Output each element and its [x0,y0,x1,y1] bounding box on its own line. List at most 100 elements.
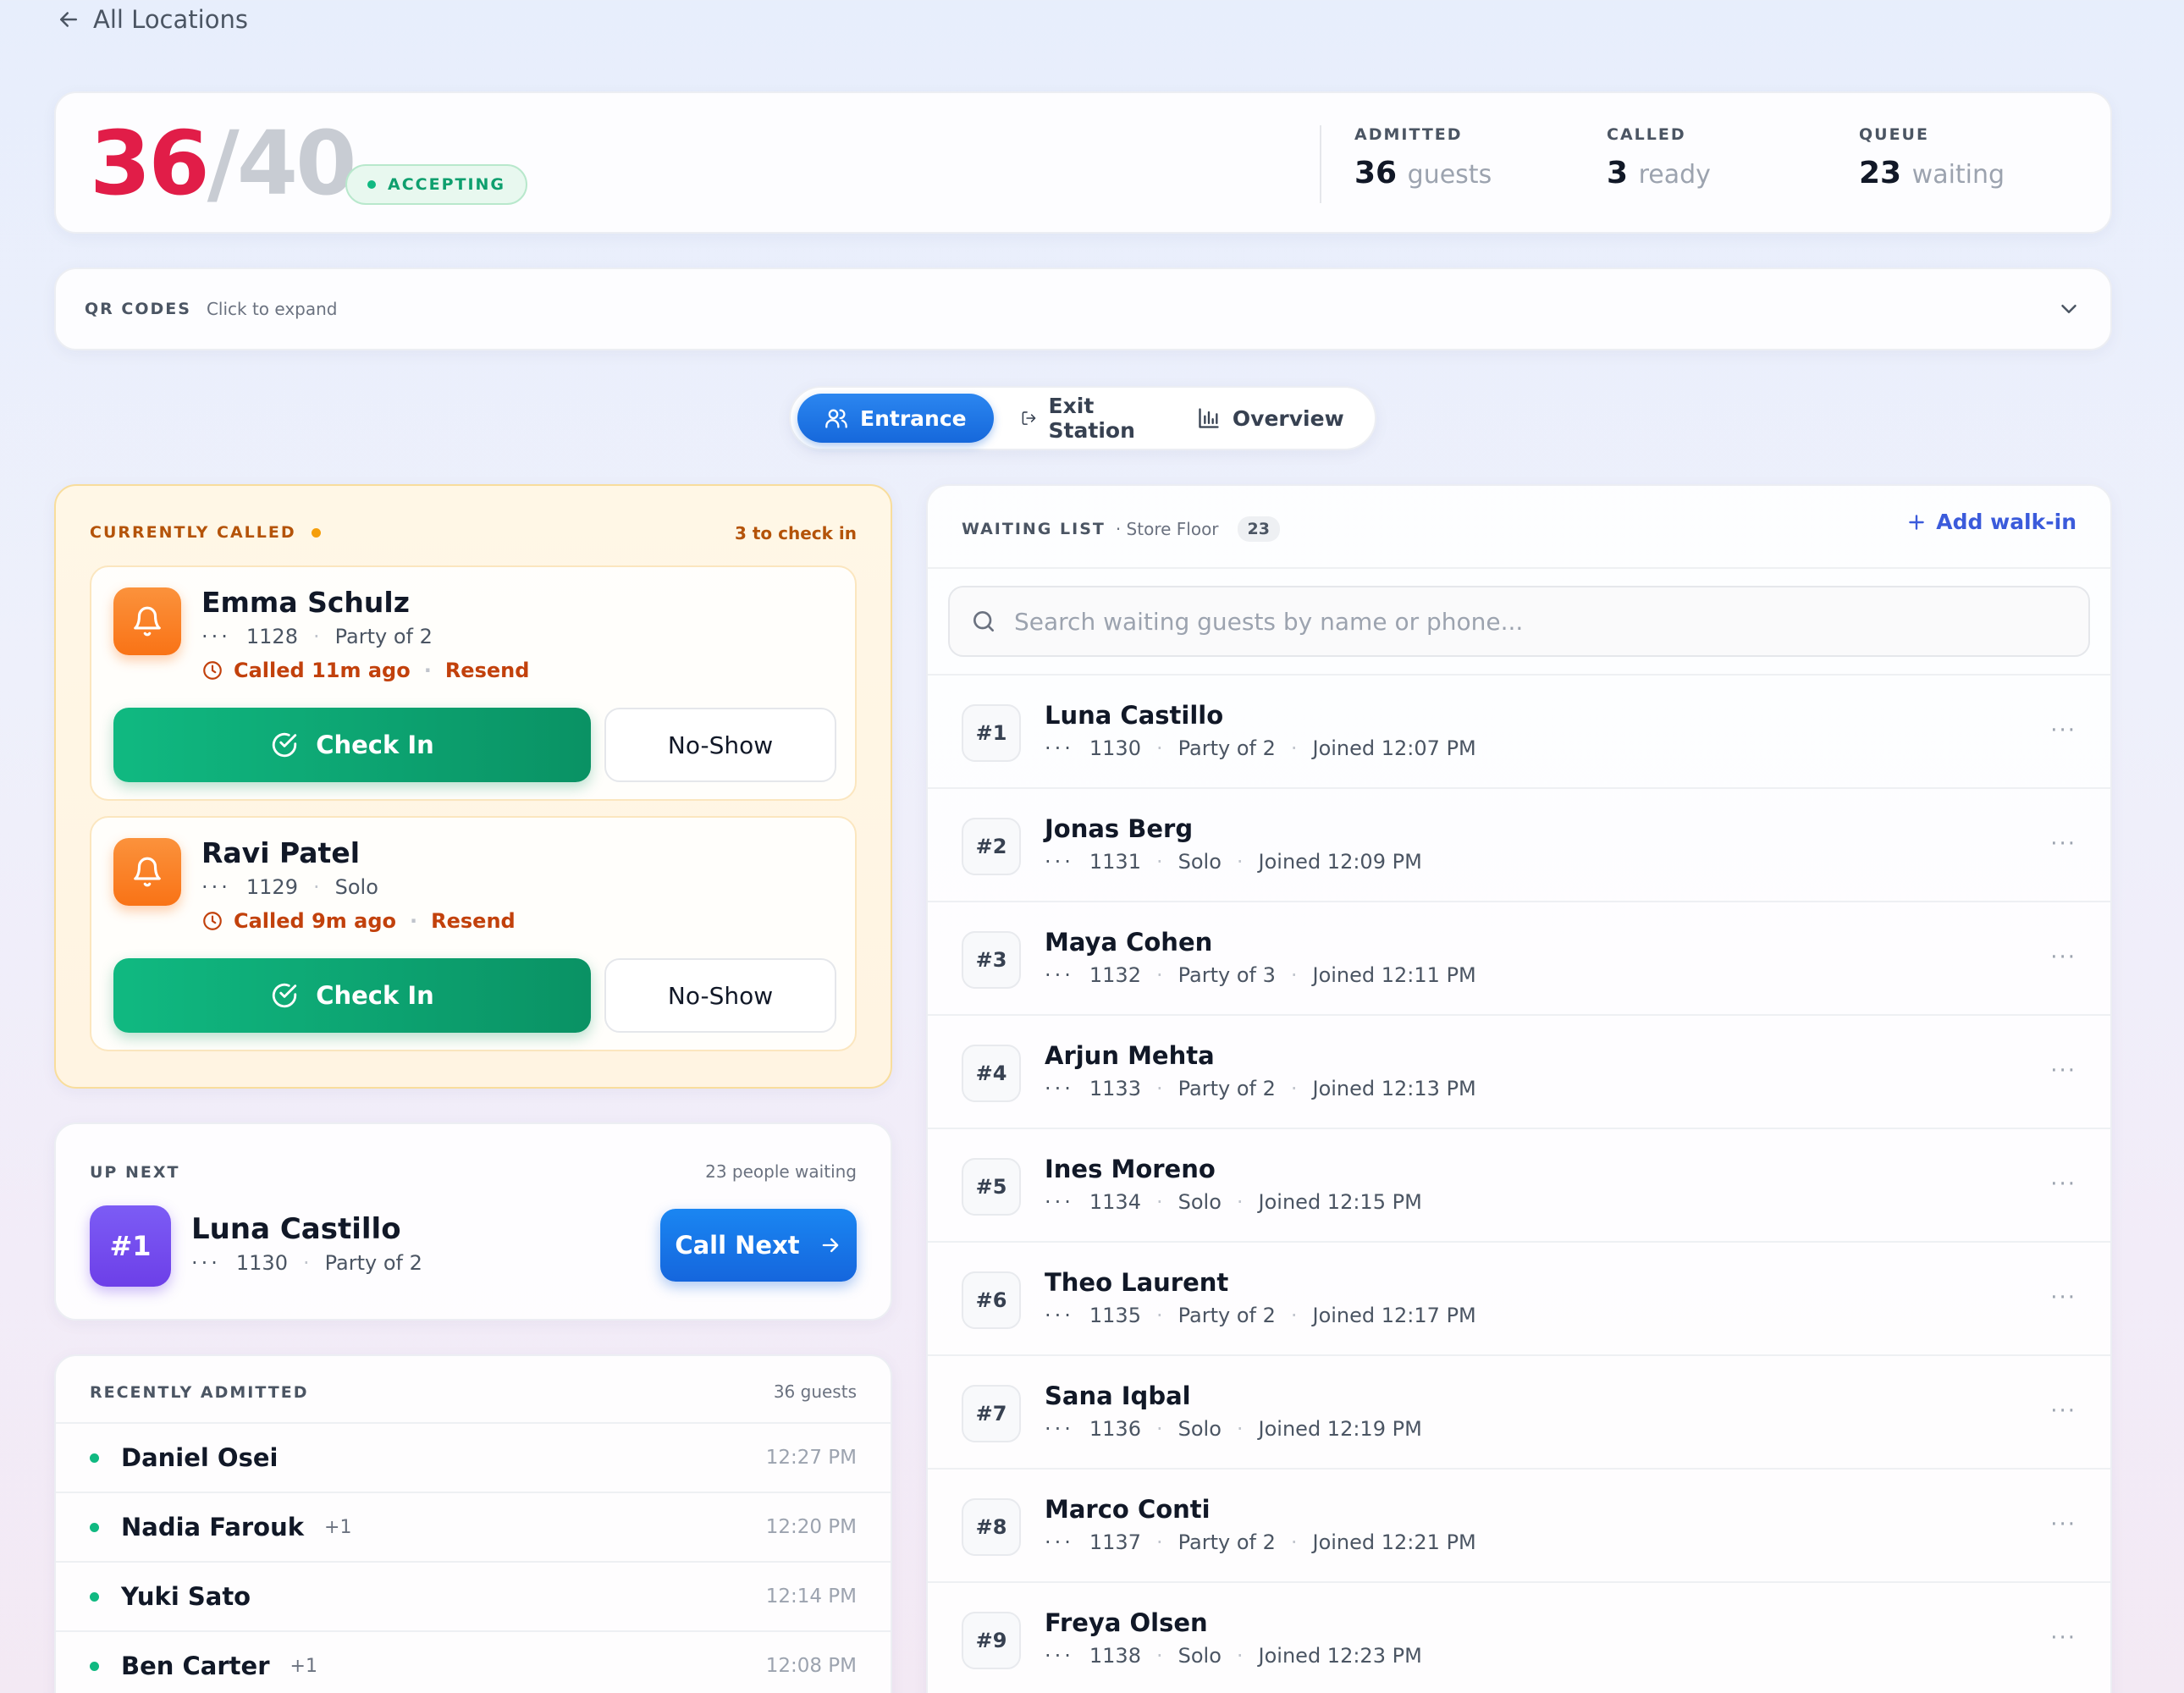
search-field[interactable] [948,586,2090,657]
stat-called: CALLED 3 ready [1607,125,1711,190]
list-item: Daniel Osei 12:27 PM [56,1422,891,1492]
stat-value: 23 waiting [1859,156,2005,190]
stats-divider [1320,125,1321,203]
table-row[interactable]: #2 Jonas Berg ··· 1131 · Solo · Joined 12:09 PM… [928,787,2110,901]
phone-dots: ··· [1045,1304,1074,1327]
meta-separator: · [1290,1077,1298,1100]
list-item: Yuki Sato 12:14 PM [56,1561,891,1630]
stat-queue: QUEUE 23 waiting [1859,125,2005,190]
stat-number: 36 [1354,156,1398,190]
tab-overview[interactable]: Overview [1170,394,1371,443]
tab-label: Exit Station [1048,394,1135,443]
ticket-id: 1131 [1089,850,1141,874]
call-next-button[interactable]: Call Next [660,1209,857,1282]
table-row[interactable]: #6 Theo Laurent ··· 1135 · Party of 2 · Joined … [928,1241,2110,1354]
phone-dots: ··· [1045,1077,1074,1100]
called-guest-card: Ravi Patel ··· 1129 · Solo Called 9m ago… [90,816,857,1051]
resend-link[interactable]: Resend [431,909,516,933]
meta-separator: · [1155,1417,1163,1441]
phone-dots: ··· [1045,1417,1074,1441]
meta-separator: · [1290,736,1298,760]
more-options-icon[interactable]: ··· [2050,718,2076,743]
bar-chart-icon [1199,408,1219,428]
guest-name: Yuki Sato [121,1582,251,1611]
table-row[interactable]: #3 Maya Cohen ··· 1132 · Party of 3 · Joined 12… [928,901,2110,1014]
bell-icon [113,587,181,655]
tab-exit-station[interactable]: Exit Station [994,394,1170,443]
table-row[interactable]: #8 Marco Conti ··· 1137 · Party of 2 · Joined 1… [928,1468,2110,1581]
guest-name: Maya Cohen [1045,928,1213,957]
meta-separator: · [1155,1530,1163,1554]
more-options-icon[interactable]: ··· [2050,1058,2076,1084]
called-time: Called 11m ago [234,659,411,682]
section-title: RECENTLY ADMITTED [90,1383,309,1402]
arrow-left-icon [60,12,77,27]
phone-dots: ··· [1045,850,1074,874]
stat-unit: ready [1638,160,1711,190]
queue-number: #7 [962,1385,1021,1442]
tab-label: Overview [1232,405,1344,431]
more-options-icon[interactable]: ··· [2050,1398,2076,1424]
called-guest-card: Emma Schulz ··· 1128 · Party of 2 Called… [90,565,857,801]
called-time: Called 9m ago [234,909,396,933]
check-circle-icon [273,732,297,758]
meta-separator: · [410,909,418,933]
guest-name: Arjun Mehta [1045,1041,1215,1070]
party-size: Party of 2 [1177,736,1276,760]
stat-unit: guests [1407,160,1492,190]
table-row[interactable]: #7 Sana Iqbal ··· 1136 · Solo · Joined 12:19 PM… [928,1354,2110,1468]
meta-separator: · [1290,1304,1298,1327]
admit-time: 12:08 PM [765,1655,857,1677]
table-row[interactable]: #5 Ines Moreno ··· 1134 · Solo · Joined 12:15 P… [928,1128,2110,1241]
back-link[interactable]: All Locations [56,5,248,34]
joined-time: Joined 12:07 PM [1312,736,1476,760]
qr-codes-panel[interactable]: QR CODES Click to expand [54,267,2112,350]
queue-number: #6 [962,1271,1021,1329]
capacity-counter: 36/40 [90,112,356,215]
section-title: WAITING LIST [962,520,1106,538]
guest-name: Theo Laurent [1045,1268,1229,1297]
more-options-icon[interactable]: ··· [2050,1625,2076,1651]
chevron-down-icon[interactable] [2056,296,2082,322]
tab-entrance[interactable]: Entrance [797,394,994,443]
queue-number: #2 [962,818,1021,875]
more-options-icon[interactable]: ··· [2050,1512,2076,1537]
ticket-id: 1134 [1089,1190,1141,1214]
queue-number: #3 [962,931,1021,989]
more-options-icon[interactable]: ··· [2050,945,2076,970]
queue-number: #9 [962,1612,1021,1669]
search-input[interactable] [1014,607,2030,636]
recently-admitted-panel: RECENTLY ADMITTED 36 guests Daniel Osei … [54,1354,892,1693]
ticket-id: 1138 [1089,1644,1141,1668]
section-title: CURRENTLY CALLED [90,523,321,542]
section-title: UP NEXT [90,1163,180,1182]
no-show-button[interactable]: No-Show [604,958,836,1033]
party-size: Solo [1177,1644,1222,1668]
check-in-button[interactable]: Check In [113,958,591,1033]
meta-separator: · [1236,1417,1244,1441]
status-badge: ACCEPTING [345,164,528,205]
more-options-icon[interactable]: ··· [2050,831,2076,857]
section-title-text: CURRENTLY CALLED [90,523,296,542]
no-show-button[interactable]: No-Show [604,708,836,782]
capacity-header: 36/40 ACCEPTING ADMITTED 36 guests CALLE… [54,91,2112,234]
phone-dots: ··· [191,1251,221,1275]
add-walk-in-button[interactable]: Add walk-in [1905,510,2076,534]
table-row[interactable]: #4 Arjun Mehta ··· 1133 · Party of 2 · Joined 1… [928,1014,2110,1128]
table-row[interactable]: #9 Freya Olsen ··· 1138 · Solo · Joined 12:23 P… [928,1581,2110,1693]
check-in-button[interactable]: Check In [113,708,591,782]
guest-meta: ··· 1137 · Party of 2 · Joined 12:21 PM [1045,1530,1476,1554]
waiting-list-header: WAITING LIST · Store Floor 23 [962,516,1280,542]
stat-label: QUEUE [1859,125,1929,144]
joined-time: Joined 12:23 PM [1258,1644,1422,1668]
meta-separator: · [1155,1077,1163,1100]
more-options-icon[interactable]: ··· [2050,1172,2076,1197]
stat-number: 23 [1859,156,1902,190]
more-options-icon[interactable]: ··· [2050,1285,2076,1310]
check-circle-icon [273,983,297,1008]
joined-time: Joined 12:19 PM [1258,1417,1422,1441]
party-size: Party of 2 [324,1251,422,1275]
resend-link[interactable]: Resend [445,659,530,682]
table-row[interactable]: #1 Luna Castillo ··· 1130 · Party of 2 · Joined… [928,674,2110,787]
party-size: Solo [1177,1417,1222,1441]
